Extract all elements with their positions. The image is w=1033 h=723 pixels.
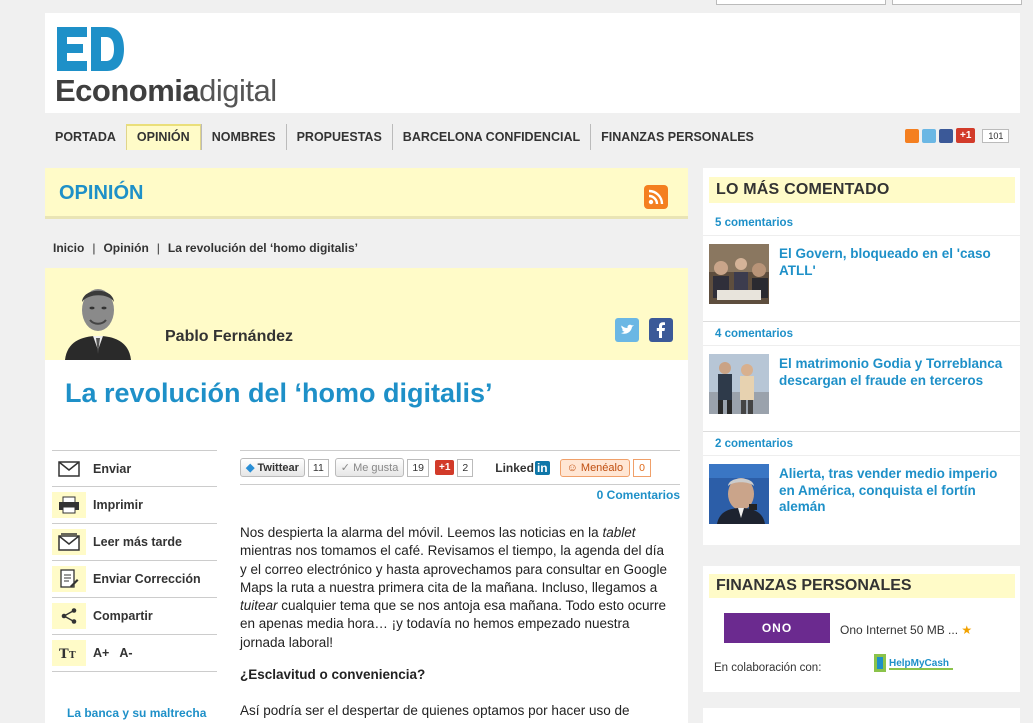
nav-item-barcelona-confidencial[interactable]: BARCELONA CONFIDENCIAL	[391, 124, 590, 150]
sidebar-next-box	[703, 708, 1020, 723]
tool-label: Compartir	[93, 609, 153, 623]
author-name[interactable]: Pablo Fernández	[165, 328, 293, 346]
svg-text:T: T	[69, 651, 76, 660]
tool-enviar[interactable]: Enviar	[52, 450, 217, 487]
tool-label: Enviar	[93, 461, 132, 476]
rss-icon[interactable]	[905, 128, 919, 143]
font-increase-button[interactable]: A+	[93, 646, 109, 660]
svg-text:HelpMyCash: HelpMyCash	[889, 658, 949, 669]
twitter-icon[interactable]	[922, 128, 936, 143]
twitter-share-button[interactable]: ◆ Twittear	[240, 458, 305, 477]
nav-item-finanzas-personales[interactable]: FINANZAS PERSONALES	[590, 124, 764, 150]
header-social-bar: +1 101	[905, 128, 1010, 143]
article-tools: Enviar Imprimir Leer más tarde Enviar Co…	[52, 450, 217, 672]
comments-link[interactable]: 0 Comentarios	[597, 488, 680, 502]
author-photo[interactable]	[63, 278, 133, 360]
nav-item-propuestas[interactable]: PROPUESTAS	[285, 124, 392, 150]
tool-label: Leer más tarde	[93, 535, 182, 549]
rss-feed-icon[interactable]	[644, 185, 668, 209]
breadcrumb-inicio[interactable]: Inicio	[53, 241, 84, 255]
tool-label: Imprimir	[93, 498, 144, 512]
most-commented-item[interactable]: El matrimonio Godia y Torreblanca descar…	[703, 345, 1020, 431]
author-facebook-icon[interactable]	[649, 318, 673, 342]
meneame-icon: ☺	[566, 461, 578, 474]
news-thumbnail[interactable]	[709, 244, 769, 304]
nav-item-portada[interactable]: PORTADA	[45, 124, 126, 150]
share-icon	[52, 603, 86, 629]
news-title-link[interactable]: El matrimonio Godia y Torreblanca descar…	[779, 356, 1014, 389]
nav-item-nombres[interactable]: NOMBRES	[200, 124, 286, 150]
meneame-button[interactable]: ☺ Menéalo	[559, 458, 631, 477]
tool-compartir[interactable]: Compartir	[52, 598, 217, 635]
check-icon: ✓	[340, 462, 351, 474]
correction-icon	[52, 566, 86, 592]
envelope-icon	[52, 456, 86, 482]
news-title-link[interactable]: El Govern, bloqueado en el 'caso ATLL'	[779, 246, 1014, 279]
facebook-icon[interactable]	[939, 128, 953, 143]
section-header: OPINIÓN	[45, 168, 688, 219]
article-paragraph: Nos despierta la alarma del móvil. Leemo…	[240, 525, 667, 650]
twitter-count: 11	[307, 458, 329, 477]
top-search-button[interactable]	[892, 0, 1022, 5]
top-search-input[interactable]	[716, 0, 886, 5]
text-size-icon: TT	[52, 640, 86, 666]
site-header: Economiadigital	[45, 13, 1020, 113]
tool-imprimir[interactable]: Imprimir	[52, 487, 217, 524]
finanzas-title: FINANZAS PERSONALES	[709, 574, 1015, 598]
twitter-bird-icon: ◆	[246, 462, 255, 474]
linkedin-share-button[interactable]: Linked in	[495, 460, 550, 475]
ono-logo[interactable]: ONO	[724, 613, 830, 643]
tool-text-size: TT A+ A-	[52, 635, 217, 672]
google-plus-share-count: 2	[457, 458, 474, 477]
news-thumbnail[interactable]	[709, 354, 769, 414]
tool-label: Enviar Corrección	[93, 572, 201, 586]
google-plus-share-button[interactable]: +1	[435, 460, 455, 475]
facebook-like-button[interactable]: ✓ Me gusta	[334, 458, 405, 477]
author-bar: Pablo Fernández	[45, 268, 688, 360]
main-nav: PORTADA OPINIÓN NOMBRES PROPUESTAS BARCE…	[45, 124, 764, 150]
share-bar: ◆ Twittear 11 ✓ Me gusta 19 +1 2 Linked i…	[240, 450, 680, 485]
svg-text:T: T	[59, 647, 69, 660]
breadcrumb-current: La revolución del ‘homo digitalis’	[167, 241, 358, 255]
related-article-link[interactable]: La banca y su maltrecha	[67, 706, 206, 720]
most-commented-item[interactable]: El Govern, bloqueado en el 'caso ATLL'	[703, 235, 1020, 321]
author-twitter-icon[interactable]	[615, 318, 639, 342]
article-subheading: ¿Esclavitud o conveniencia?	[240, 667, 426, 683]
meneame-count: 0	[633, 458, 651, 477]
section-title: OPINIÓN	[59, 182, 144, 204]
collab-label: En colaboración con:	[714, 662, 822, 674]
nav-item-opinion[interactable]: OPINIÓN	[125, 124, 201, 150]
most-commented-title: LO MÁS COMENTADO	[709, 177, 1015, 203]
most-commented-box: LO MÁS COMENTADO 5 comentarios El Govern…	[703, 168, 1020, 545]
google-plus-count: 101	[982, 128, 1010, 143]
like-count: 19	[407, 458, 430, 477]
google-plus-icon[interactable]: +1	[956, 128, 976, 143]
article-headline: La revolución del ‘homo digitalis’	[65, 378, 493, 408]
star-icon: ★	[961, 623, 973, 637]
article: Pablo Fernández La revolución del ‘homo …	[45, 268, 688, 723]
finanzas-box: FINANZAS PERSONALES ONO Ono Internet 50 …	[703, 566, 1020, 692]
helpmycash-logo[interactable]: HelpMyCash	[873, 652, 957, 674]
news-thumbnail[interactable]	[709, 464, 769, 524]
most-commented-item[interactable]: Alierta, tras vender medio imperio en Am…	[703, 455, 1020, 545]
printer-icon	[52, 492, 86, 518]
comment-count[interactable]: 2 comentarios	[703, 431, 1020, 455]
comment-count[interactable]: 4 comentarios	[703, 321, 1020, 345]
article-body: Nos despierta la alarma del móvil. Leemo…	[240, 524, 670, 723]
breadcrumb: Inicio | Opinión | La revolución del ‘homo d…	[53, 241, 358, 255]
article-paragraph: Así podría ser el despertar de quienes o…	[240, 703, 630, 719]
font-decrease-button[interactable]: A-	[119, 646, 132, 660]
comment-count[interactable]: 5 comentarios	[703, 211, 1020, 235]
news-title-link[interactable]: Alierta, tras vender medio imperio en Am…	[779, 466, 1014, 516]
economia-digital-logo-icon[interactable]	[55, 25, 125, 73]
site-logo-text[interactable]: Economiadigital	[55, 73, 277, 109]
ono-offer-link[interactable]: Ono Internet 50 MB ... ★	[840, 623, 972, 637]
tool-leer-mas-tarde[interactable]: Leer más tarde	[52, 524, 217, 561]
breadcrumb-opinion[interactable]: Opinión	[103, 241, 148, 255]
tool-enviar-correccion[interactable]: Enviar Corrección	[52, 561, 217, 598]
read-later-icon	[52, 529, 86, 555]
